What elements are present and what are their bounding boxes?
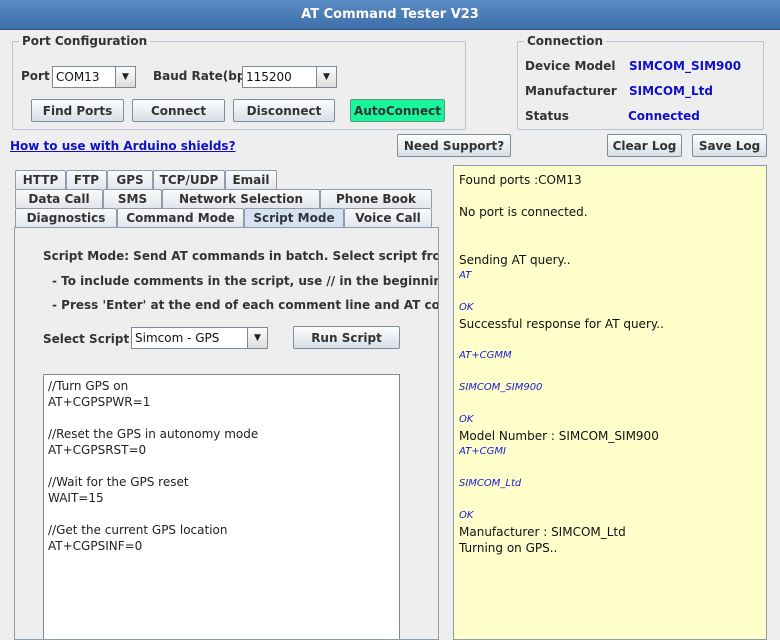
tab-sms[interactable]: SMS	[103, 189, 162, 208]
log-response-line: OK	[459, 302, 474, 313]
manufacturer-value: SIMCOM_Ltd	[629, 84, 713, 98]
device-model-value: SIMCOM_SIM900	[629, 59, 742, 73]
clear-log-button[interactable]: Clear Log	[607, 134, 682, 157]
tab-script-mode[interactable]: Script Mode	[244, 208, 344, 227]
chevron-down-icon[interactable]: ▼	[316, 67, 336, 87]
status-label: Status	[525, 109, 569, 123]
chevron-down-icon[interactable]: ▼	[115, 67, 135, 87]
select-script-dropdown[interactable]: Simcom - GPS ▼	[131, 327, 268, 349]
tab-ftp[interactable]: FTP	[66, 170, 107, 189]
select-script-label: Select Script	[43, 332, 130, 346]
need-support-button[interactable]: Need Support?	[397, 134, 511, 157]
log-response-line: AT	[459, 270, 472, 281]
script-mode-panel: Script Mode: Send AT commands in batch. …	[14, 227, 439, 640]
disconnect-button[interactable]: Disconnect	[233, 99, 335, 122]
connection-title: Connection	[524, 34, 607, 48]
log-line: Manufacturer : SIMCOM_Ltd	[459, 525, 626, 539]
arduino-help-link[interactable]: How to use with Arduino shields?	[10, 139, 236, 153]
status-value: Connected	[628, 109, 700, 123]
find-ports-button[interactable]: Find Ports	[31, 99, 124, 122]
save-log-button[interactable]: Save Log	[692, 134, 767, 157]
tab-data-call[interactable]: Data Call	[15, 189, 103, 208]
tab-gps[interactable]: GPS	[107, 170, 153, 189]
script-mode-note-comments: - To include comments in the script, use…	[52, 274, 438, 288]
tab-voice-call[interactable]: Voice Call	[344, 208, 432, 227]
log-line: No port is connected.	[459, 205, 588, 219]
script-mode-note-enter: - Press 'Enter' at the end of each comme…	[52, 298, 438, 312]
tab-diagnostics[interactable]: Diagnostics	[15, 208, 117, 227]
tab-http[interactable]: HTTP	[15, 170, 66, 189]
chevron-down-icon[interactable]: ▼	[247, 328, 267, 348]
log-response-line: AT+CGMI	[459, 446, 506, 457]
tab-tcp-udp[interactable]: TCP/UDP	[153, 170, 225, 189]
script-editor[interactable]: //Turn GPS on AT+CGPSPWR=1 //Reset the G…	[43, 374, 400, 639]
log-line: Successful response for AT query..	[459, 317, 664, 331]
tab-email[interactable]: Email	[225, 170, 277, 189]
tab-phone-book[interactable]: Phone Book	[320, 189, 432, 208]
log-response-line: OK	[459, 414, 474, 425]
port-select[interactable]: COM13 ▼	[52, 66, 136, 88]
manufacturer-label: Manufacturer	[525, 84, 617, 98]
log-response-line: OK	[459, 510, 474, 521]
window-title: AT Command Tester V23	[0, 0, 780, 30]
autoconnect-button[interactable]: AutoConnect	[350, 99, 445, 122]
connect-button[interactable]: Connect	[132, 99, 225, 122]
log-response-line: SIMCOM_Ltd	[459, 478, 522, 489]
tab-network-selection[interactable]: Network Selection	[162, 189, 320, 208]
log-line: Turning on GPS..	[459, 541, 558, 555]
device-model-label: Device Model	[525, 59, 616, 73]
log-line: Found ports :COM13	[459, 173, 582, 187]
response-log[interactable]: Found ports :COM13 No port is connected. S…	[453, 165, 767, 640]
select-script-value: Simcom - GPS	[135, 331, 220, 345]
port-select-value: COM13	[56, 70, 100, 84]
port-label: Port	[21, 69, 50, 83]
log-line: Sending AT query..	[459, 253, 571, 267]
port-configuration-title: Port Configuration	[19, 34, 151, 48]
baud-rate-select[interactable]: 115200 ▼	[242, 66, 337, 88]
script-mode-intro: Script Mode: Send AT commands in batch. …	[43, 249, 438, 263]
baud-rate-select-value: 115200	[246, 70, 292, 84]
log-line: Model Number : SIMCOM_SIM900	[459, 429, 659, 443]
log-response-line: AT+CGMM	[459, 350, 512, 361]
run-script-button[interactable]: Run Script	[293, 326, 400, 349]
tab-command-mode[interactable]: Command Mode	[117, 208, 244, 227]
log-response-line: SIMCOM_SIM900	[459, 382, 543, 393]
